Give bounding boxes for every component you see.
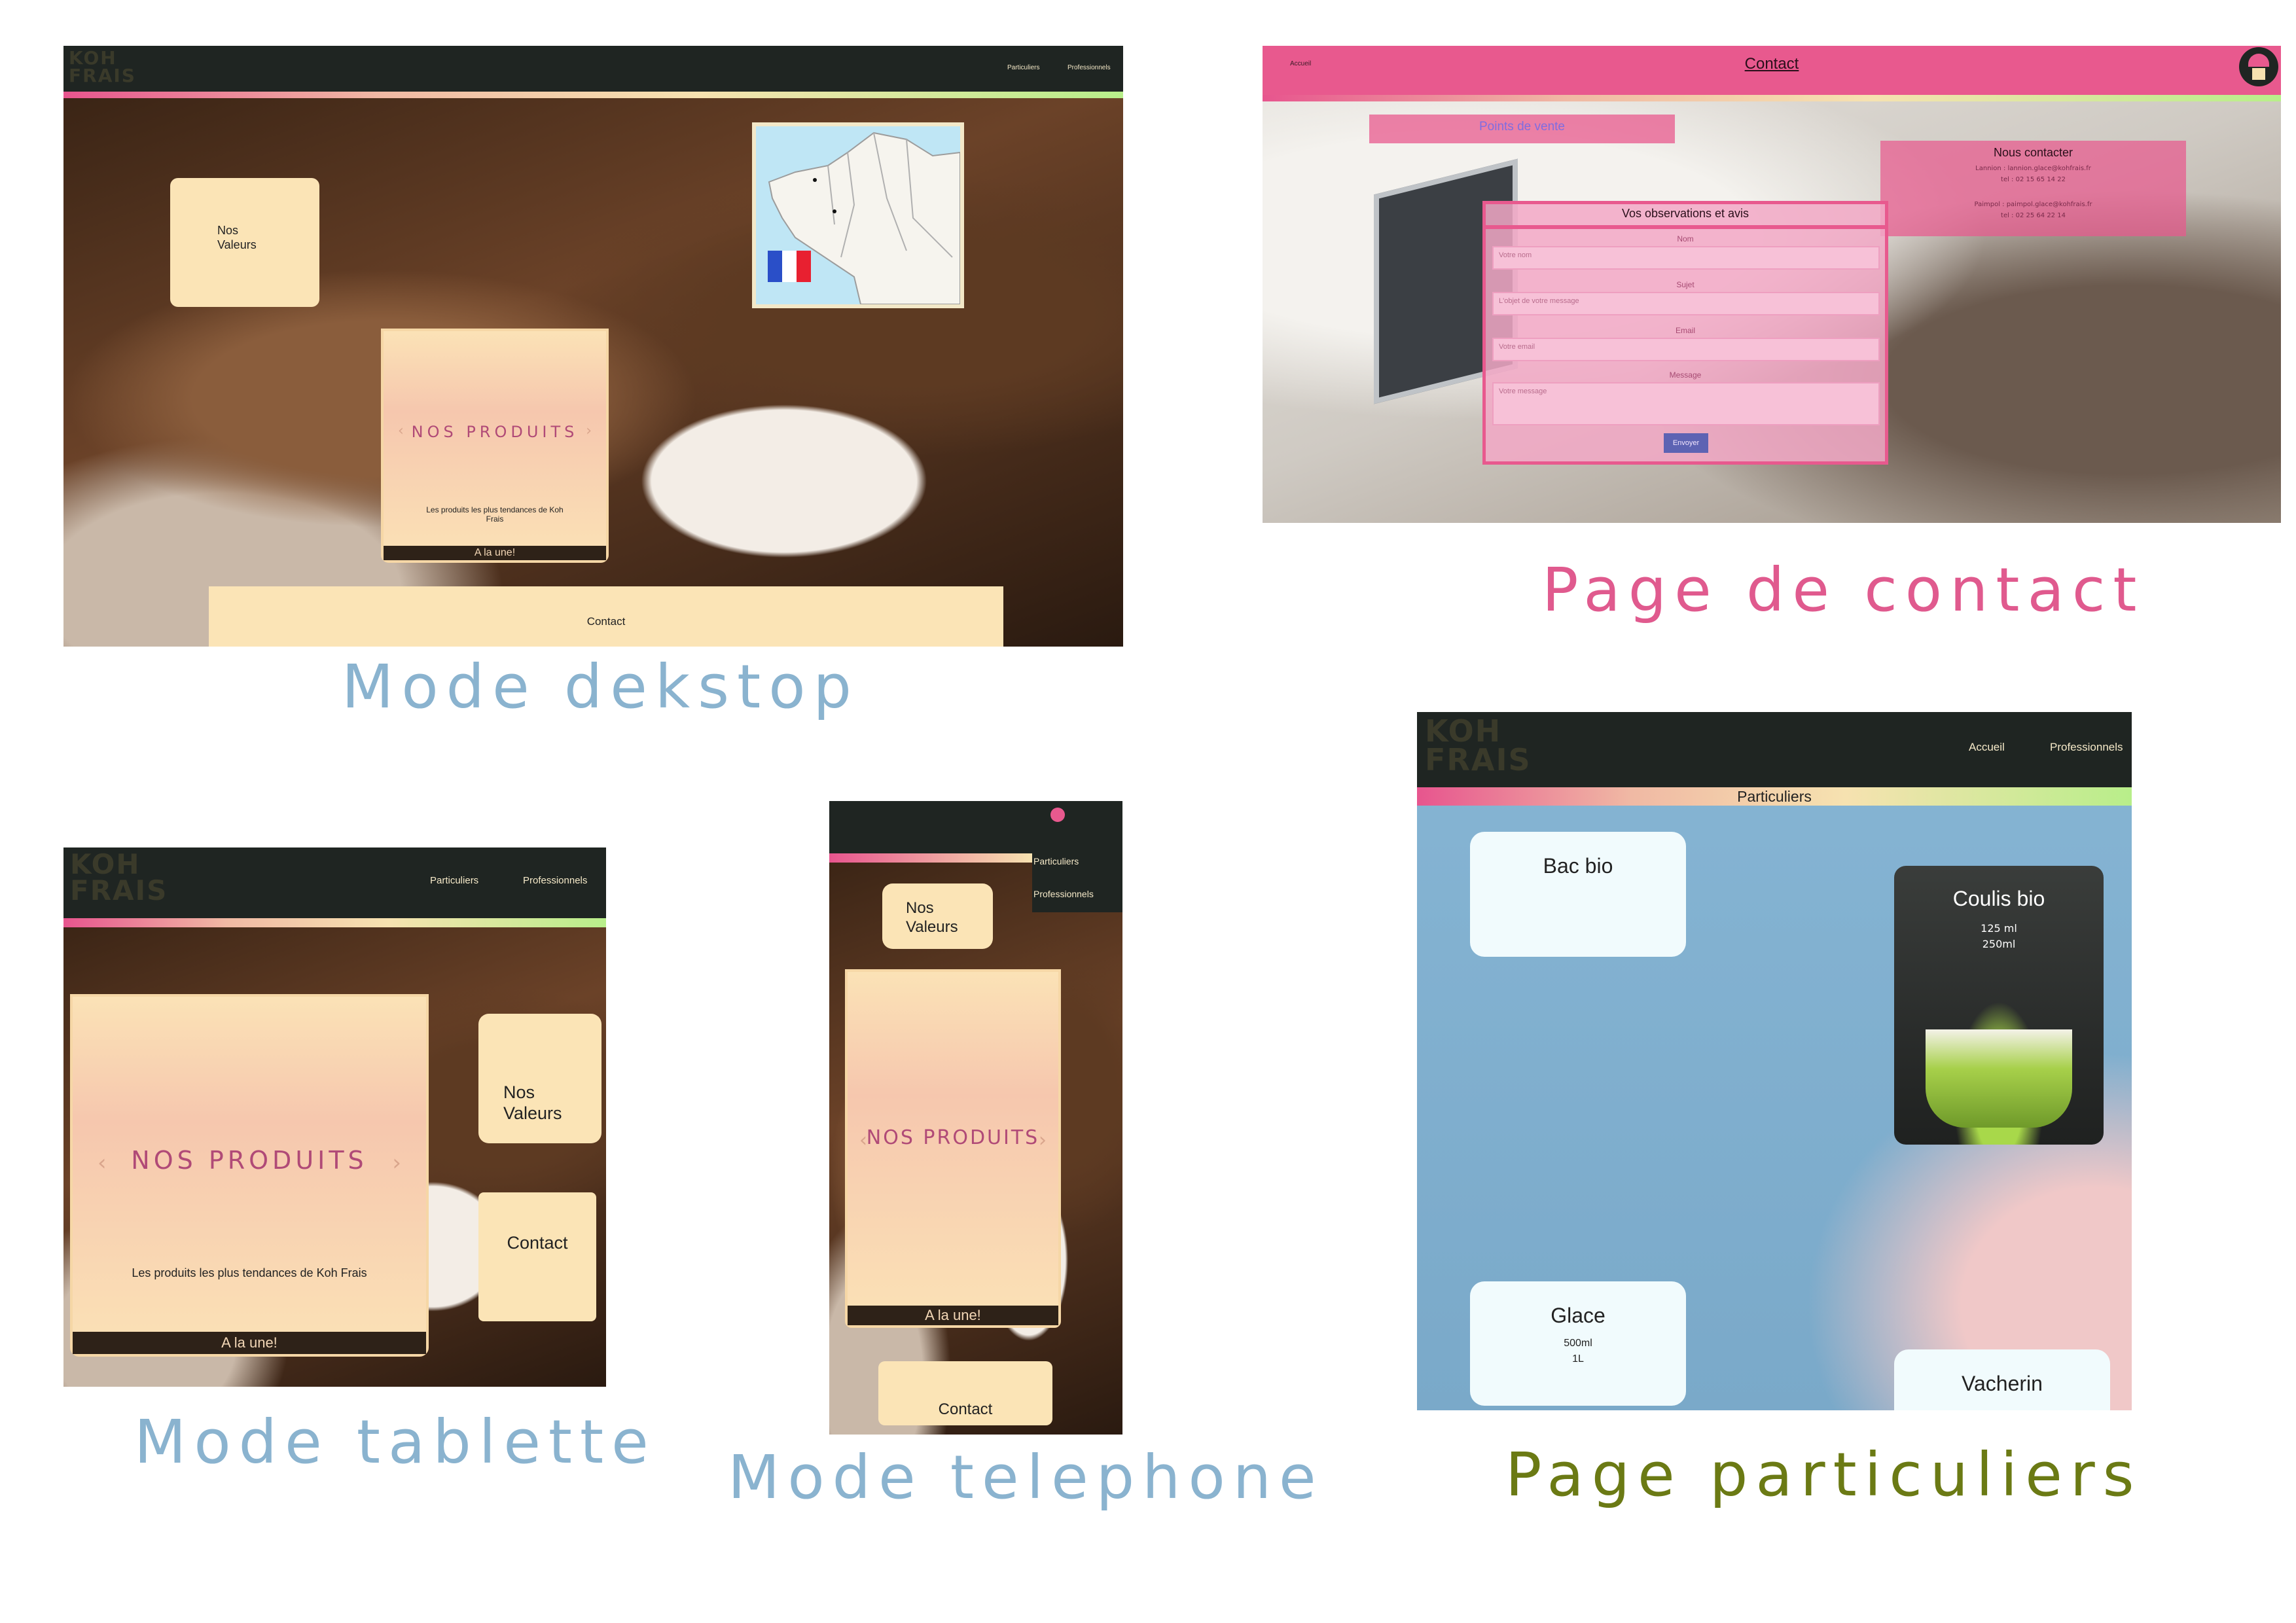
contact-card[interactable]: Contact — [209, 586, 1003, 647]
a-la-une-label: A la une! — [384, 546, 606, 560]
nav-professionnels[interactable]: Professionnels — [2050, 741, 2123, 754]
contact-card[interactable]: Contact — [878, 1361, 1052, 1425]
nos-produits-description: Les produits les plus tendances de Koh F… — [426, 505, 564, 524]
message-field[interactable]: Votre message — [1492, 382, 1880, 425]
desktop-screenshot: KOH FRAIS Particuliers Professionnels Nos… — [63, 46, 1123, 647]
points-de-vente-button[interactable]: Points de vente — [1369, 115, 1675, 143]
feedback-form: Vos observations et avis Nom Votre nom S… — [1482, 201, 1888, 465]
a-la-une-label: A la une! — [73, 1332, 426, 1354]
caption-desktop: Mode dekstop — [342, 652, 859, 722]
koh-logo-icon[interactable] — [2239, 47, 2278, 86]
nav-particuliers[interactable]: Particuliers — [1007, 64, 1039, 71]
nous-contacter-card: Nous contacter Lannion : lannion.glace@k… — [1880, 141, 2186, 236]
brittany-map-icon — [756, 126, 960, 304]
site-logo[interactable]: KOH FRAIS — [1425, 716, 1532, 774]
product-card-vacherin[interactable]: Vacherin — [1894, 1349, 2110, 1410]
subject-field[interactable]: L'objet de votre message — [1492, 292, 1880, 315]
particuliers-screenshot: KOH FRAIS Accueil Professionnels Particul… — [1417, 712, 2132, 1410]
caption-contact: Page de contact — [1542, 555, 2145, 625]
nos-produits-title: NOS PRODUITS — [131, 1146, 368, 1175]
nos-produits-carousel[interactable]: ‹ › NOS PRODUITS A la une! — [845, 969, 1061, 1328]
product-card-glace[interactable]: Glace 500ml 1L — [1470, 1281, 1686, 1406]
nos-produits-title: NOS PRODUITS — [411, 423, 579, 441]
contact-header: Accueil Contact — [1263, 46, 2281, 95]
product-card-bac-bio[interactable]: Bac bio — [1470, 832, 1686, 957]
caption-telephone: Mode telephone — [728, 1442, 1324, 1512]
nos-produits-carousel[interactable]: ‹ › NOS PRODUITS Les produits les plus t… — [381, 329, 609, 563]
header-gradient-bar — [1263, 95, 2281, 101]
caption-tablette: Mode tablette — [134, 1407, 656, 1477]
nos-valeurs-card[interactable]: Nos Valeurs — [170, 178, 319, 307]
site-header — [829, 801, 1122, 853]
nav-particuliers[interactable]: Particuliers — [1033, 856, 1079, 866]
site-logo[interactable]: KOH FRAIS — [70, 851, 168, 904]
contact-card[interactable]: Contact — [478, 1192, 596, 1321]
page-title: Particuliers — [1737, 788, 1812, 805]
ice-cream-cup-icon — [1926, 1029, 2072, 1128]
nav-accueil[interactable]: Accueil — [1969, 741, 2005, 754]
email-field[interactable]: Votre email — [1492, 338, 1880, 361]
nos-valeurs-card[interactable]: Nos Valeurs — [882, 883, 993, 949]
nos-valeurs-card[interactable]: Nos Valeurs — [478, 1014, 601, 1143]
nos-produits-description: Les produits les plus tendances de Koh F… — [132, 1266, 367, 1279]
nos-produits-title: NOS PRODUITS — [866, 1126, 1040, 1149]
map-card[interactable] — [752, 122, 964, 308]
a-la-une-label: A la une! — [848, 1306, 1058, 1325]
contact-title: Contact — [1744, 55, 1799, 73]
caption-particuliers: Page particuliers — [1505, 1440, 2142, 1510]
nav-professionnels[interactable]: Professionnels — [1067, 64, 1111, 71]
site-header: KOH FRAIS Particuliers Professionnels — [63, 46, 1123, 92]
koh-logo-icon[interactable] — [1050, 808, 1065, 822]
nav-particuliers[interactable]: Particuliers — [430, 875, 478, 886]
envoyer-button[interactable]: Envoyer — [1664, 433, 1708, 453]
site-header: KOH FRAIS Accueil Professionnels — [1417, 712, 2132, 787]
header-gradient-bar — [63, 92, 1123, 98]
nav-professionnels[interactable]: Professionnels — [1033, 889, 1094, 899]
contact-screenshot: Accueil Contact Points de vente Nous con… — [1263, 46, 2281, 523]
telephone-screenshot: Particuliers Professionnels Nos Valeurs … — [829, 801, 1122, 1435]
site-header: KOH FRAIS Particuliers Professionnels — [63, 847, 606, 918]
site-logo[interactable]: KOH FRAIS — [69, 49, 136, 84]
nav-professionnels[interactable]: Professionnels — [523, 875, 587, 886]
tablette-screenshot: KOH FRAIS Particuliers Professionnels ‹ ›… — [63, 847, 606, 1387]
product-card-coulis-bio[interactable]: Coulis bio 125 ml 250ml — [1894, 866, 2104, 1145]
mobile-menu: Particuliers Professionnels — [1032, 847, 1122, 912]
form-title: Vos observations et avis — [1621, 207, 1749, 220]
nos-produits-carousel[interactable]: ‹ › NOS PRODUITS Les produits les plus t… — [70, 994, 429, 1357]
header-gradient-bar — [63, 918, 606, 927]
header-gradient-bar — [829, 853, 1032, 863]
name-field[interactable]: Votre nom — [1492, 246, 1880, 270]
